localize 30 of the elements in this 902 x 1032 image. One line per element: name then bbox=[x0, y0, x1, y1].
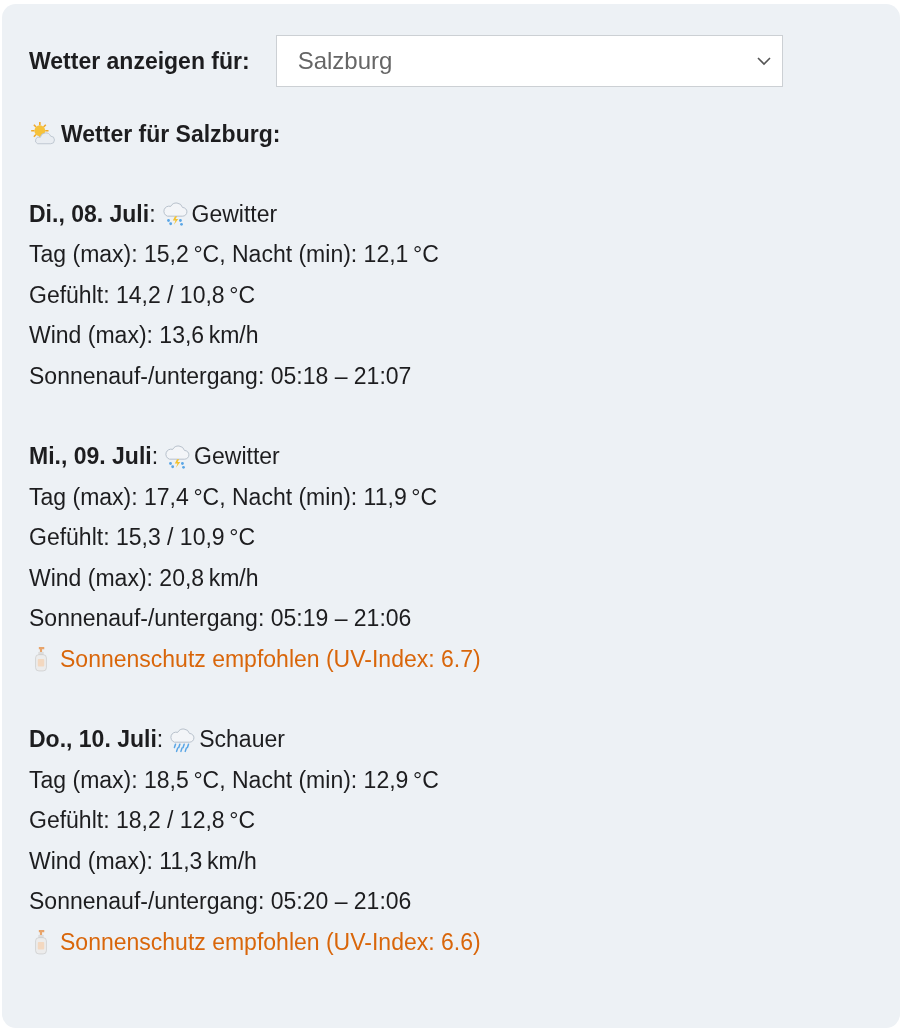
sunscreen-warning: Sonnenschutz empfohlen (UV-Index: 6.6) bbox=[60, 928, 481, 956]
lotion-bottle-icon bbox=[32, 646, 50, 673]
day-date: Di., 08. Juli: bbox=[29, 200, 156, 228]
weather-detail: Sonnenauf-/untergang: 05:18 – 21:07 bbox=[29, 362, 412, 390]
day-date: Do., 10. Juli: bbox=[29, 726, 164, 754]
weather-detail: Gefühlt: 18,2 / 12,8 °C bbox=[29, 807, 256, 835]
weather-heading: Wetter für Salzburg: bbox=[61, 120, 281, 148]
storm-cloud-icon bbox=[164, 443, 191, 470]
location-dropdown[interactable]: Salzburg bbox=[275, 35, 783, 87]
weather-condition: Gewitter bbox=[194, 443, 280, 471]
weather-condition: Schauer bbox=[199, 726, 285, 754]
weather-detail: Wind (max): 11,3 km/h bbox=[29, 847, 257, 875]
weather-detail: Sonnenauf-/untergang: 05:20 – 21:06 bbox=[29, 888, 412, 916]
sunscreen-warning: Sonnenschutz empfohlen (UV-Index: 6.7) bbox=[60, 645, 481, 673]
weather-detail: Tag (max): 17,4 °C, Nacht (min): 11,9 °C bbox=[29, 483, 438, 511]
weather-detail: Sonnenauf-/untergang: 05:19 – 21:06 bbox=[29, 605, 412, 633]
rain-cloud-icon bbox=[169, 726, 196, 753]
storm-cloud-icon bbox=[161, 201, 188, 228]
weather-detail: Tag (max): 18,5 °C, Nacht (min): 12,9 °C bbox=[29, 766, 439, 794]
field-label: Wetter anzeigen für: bbox=[29, 47, 250, 75]
sun-cloud-icon bbox=[29, 121, 55, 147]
weather-detail: Gefühlt: 14,2 / 10,8 °C bbox=[29, 281, 256, 309]
weather-condition: Gewitter bbox=[191, 200, 278, 228]
day-date: Mi., 09. Juli: bbox=[29, 443, 159, 471]
weather-detail: Wind (max): 20,8 km/h bbox=[29, 564, 259, 592]
lotion-bottle-icon bbox=[32, 929, 50, 956]
weather-detail: Tag (max): 15,2 °C, Nacht (min): 12,1 °C bbox=[29, 241, 439, 269]
chevron-down-icon bbox=[755, 56, 772, 66]
weather-detail: Wind (max): 13,6 km/h bbox=[29, 322, 259, 350]
weather-detail: Gefühlt: 15,3 / 10,9 °C bbox=[29, 524, 256, 552]
